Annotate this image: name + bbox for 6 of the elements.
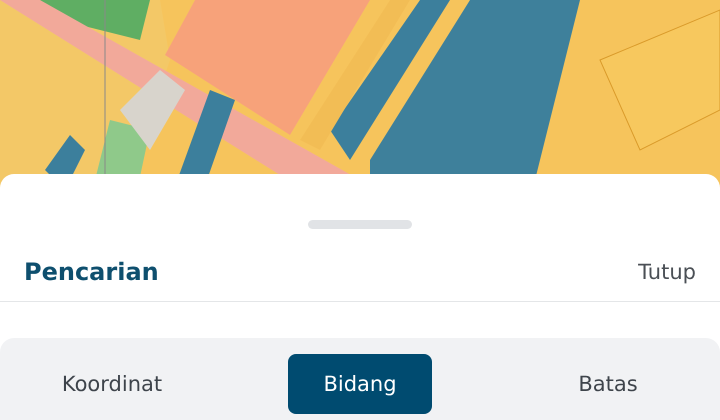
close-button[interactable]: Tutup xyxy=(638,260,696,284)
sheet-title: Pencarian xyxy=(24,258,159,286)
drag-handle[interactable] xyxy=(308,220,412,229)
tab[interactable]: Koordinat xyxy=(40,354,184,414)
tab[interactable]: Bidang xyxy=(288,354,432,414)
tab[interactable]: Batas xyxy=(536,354,680,414)
